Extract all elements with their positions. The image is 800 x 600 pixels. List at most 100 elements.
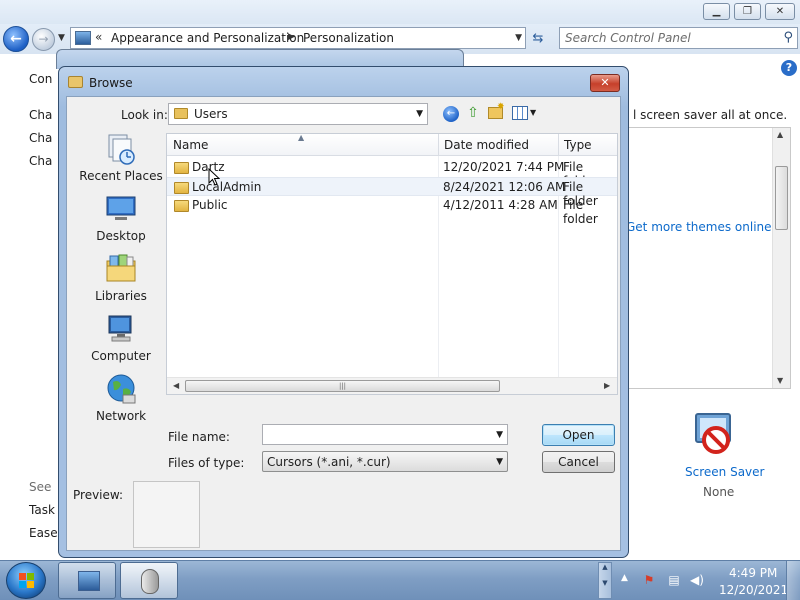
preview-box [133,481,200,548]
screen-saver-link[interactable]: Screen Saver [685,465,764,479]
preview-label: Preview: [73,488,124,502]
desktop-icon [106,196,136,220]
column-header-type[interactable]: Type [564,138,592,152]
start-button[interactable] [6,562,46,599]
scroll-left-icon[interactable]: ◀ [173,381,179,390]
help-icon[interactable]: ? [781,60,797,76]
folder-icon [174,162,189,174]
file-row[interactable]: Public 4/12/2011 4:28 AM File folder [167,196,617,226]
scroll-thumb[interactable] [775,166,788,230]
scroll-up-icon[interactable]: ▲ [777,130,783,139]
view-menu-icon[interactable] [512,106,528,120]
scroll-right-icon[interactable]: ▶ [604,381,610,390]
search-box[interactable]: ⚲ [559,27,798,49]
taskbar-control-panel-button[interactable] [58,562,116,599]
action-center-flag-icon[interactable]: ⚑ [642,573,656,587]
place-libraries[interactable]: Libraries [75,253,167,309]
horizontal-scrollbar[interactable]: ◀ ||| ▶ [167,377,617,394]
search-icon[interactable]: ⚲ [783,30,793,45]
file-list-header: Name ▲ Date modified Type [167,133,617,156]
left-nav-item[interactable]: Cha [29,154,52,168]
back-button[interactable]: ← [3,26,29,52]
cancel-button[interactable]: Cancel [542,451,615,473]
column-header-name[interactable]: Name [173,138,208,152]
theme-list[interactable] [625,127,791,389]
place-label: Computer [91,349,151,363]
left-nav-item[interactable]: Con [29,72,52,86]
dialog-body: Look in: Users ▼ ← ⇧ ✸ ▼ Recent Places D… [66,96,621,551]
file-list[interactable]: Name ▲ Date modified Type Dartz 12/20/20… [166,133,618,395]
places-bar: Recent Places Desktop Libraries Computer… [75,133,167,453]
taskbar-scroll-buttons[interactable]: ▲ ▼ [598,562,612,599]
show-hidden-icons-icon[interactable]: ▲ [621,573,628,583]
get-more-themes-link[interactable]: Get more themes online [626,220,772,234]
folder-icon [174,200,189,212]
volume-icon[interactable]: ◀) [690,573,704,587]
clock-date[interactable]: 12/20/2021 [719,583,788,597]
up-one-level-icon[interactable]: ⇧ [465,105,481,123]
view-menu-dropdown-icon[interactable]: ▼ [530,108,536,117]
show-desktop-button[interactable] [786,561,800,600]
windows-logo-icon [19,573,35,588]
chevron-down-icon[interactable]: ▼ [496,457,503,467]
column-divider[interactable] [558,134,559,156]
file-row[interactable]: LocalAdmin 8/24/2021 12:06 AM File folde… [167,177,617,208]
address-overflow-chevron[interactable]: « [95,30,102,44]
clock-time[interactable]: 4:49 PM [729,566,777,580]
new-folder-star-icon: ✸ [497,102,505,112]
scroll-thumb[interactable]: ||| [185,380,500,392]
file-date: 8/24/2021 12:06 AM [443,180,566,194]
left-nav-item[interactable]: Cha [29,108,52,122]
file-name: Public [192,198,228,212]
close-button[interactable]: ✕ [765,3,795,20]
personalization-intro-text: l screen saver all at once. [633,108,788,122]
search-input[interactable] [565,31,770,45]
folder-icon [174,108,188,119]
minimize-button[interactable]: ▁ [703,3,730,20]
scroll-down-icon[interactable]: ▼ [777,376,783,385]
place-recent-places[interactable]: Recent Places [75,133,167,189]
recent-places-icon [108,134,135,165]
breadcrumb-personalization[interactable]: Personalization [303,31,394,45]
screen-saver-icon[interactable] [690,410,738,458]
files-of-type-value: Cursors (*.ani, *.cur) [267,455,391,469]
column-header-date-modified[interactable]: Date modified [444,138,529,152]
left-nav-item[interactable]: Cha [29,131,52,145]
chevron-down-icon[interactable]: ▼ [416,109,423,119]
taskbar-mouse-properties-button[interactable] [120,562,178,599]
folder-icon [174,182,189,194]
network-tray-icon[interactable]: ▤ [667,573,681,587]
back-icon[interactable]: ← [443,106,459,122]
address-dropdown-icon[interactable]: ▼ [515,33,522,43]
look-in-label: Look in: [121,108,168,122]
files-of-type-label: Files of type: [168,456,245,470]
address-bar[interactable]: « Appearance and Personalization ▶ Perso… [70,27,526,49]
file-name-label: File name: [168,430,230,444]
chevron-down-icon[interactable]: ▼ [496,430,503,440]
see-also-heading: See [29,480,52,494]
look-in-combobox[interactable]: Users ▼ [168,103,428,125]
file-name-combobox[interactable]: ▼ [262,424,508,445]
breadcrumb-separator-icon[interactable]: ▶ [288,32,295,42]
file-row[interactable]: Dartz 12/20/2021 7:44 PM File folder [167,158,617,188]
sort-ascending-icon: ▲ [298,133,305,142]
place-desktop[interactable]: Desktop [75,193,167,249]
refresh-icon[interactable]: ⇆ [528,29,548,49]
mouse-pointer-icon [208,168,220,186]
mouse-icon [141,569,159,594]
column-divider[interactable] [438,134,439,156]
forward-button[interactable]: → [32,28,55,51]
theme-list-scrollbar[interactable]: ▲ ▼ [772,128,790,388]
maximize-button[interactable]: ❐ [734,3,761,20]
recent-pages-dropdown[interactable]: ▼ [58,33,65,43]
place-label: Network [95,409,147,423]
dialog-close-button[interactable]: ✕ [590,74,620,92]
files-of-type-select[interactable]: Cursors (*.ani, *.cur) ▼ [262,451,508,472]
breadcrumb-appearance-and-personalization[interactable]: Appearance and Personalization [111,31,304,45]
see-also-link[interactable]: Task [29,503,55,517]
file-name: LocalAdmin [192,180,262,194]
place-computer[interactable]: Computer [75,313,167,369]
open-button[interactable]: Open [542,424,615,446]
file-name-input[interactable] [266,427,481,441]
place-network[interactable]: Network [75,373,167,429]
